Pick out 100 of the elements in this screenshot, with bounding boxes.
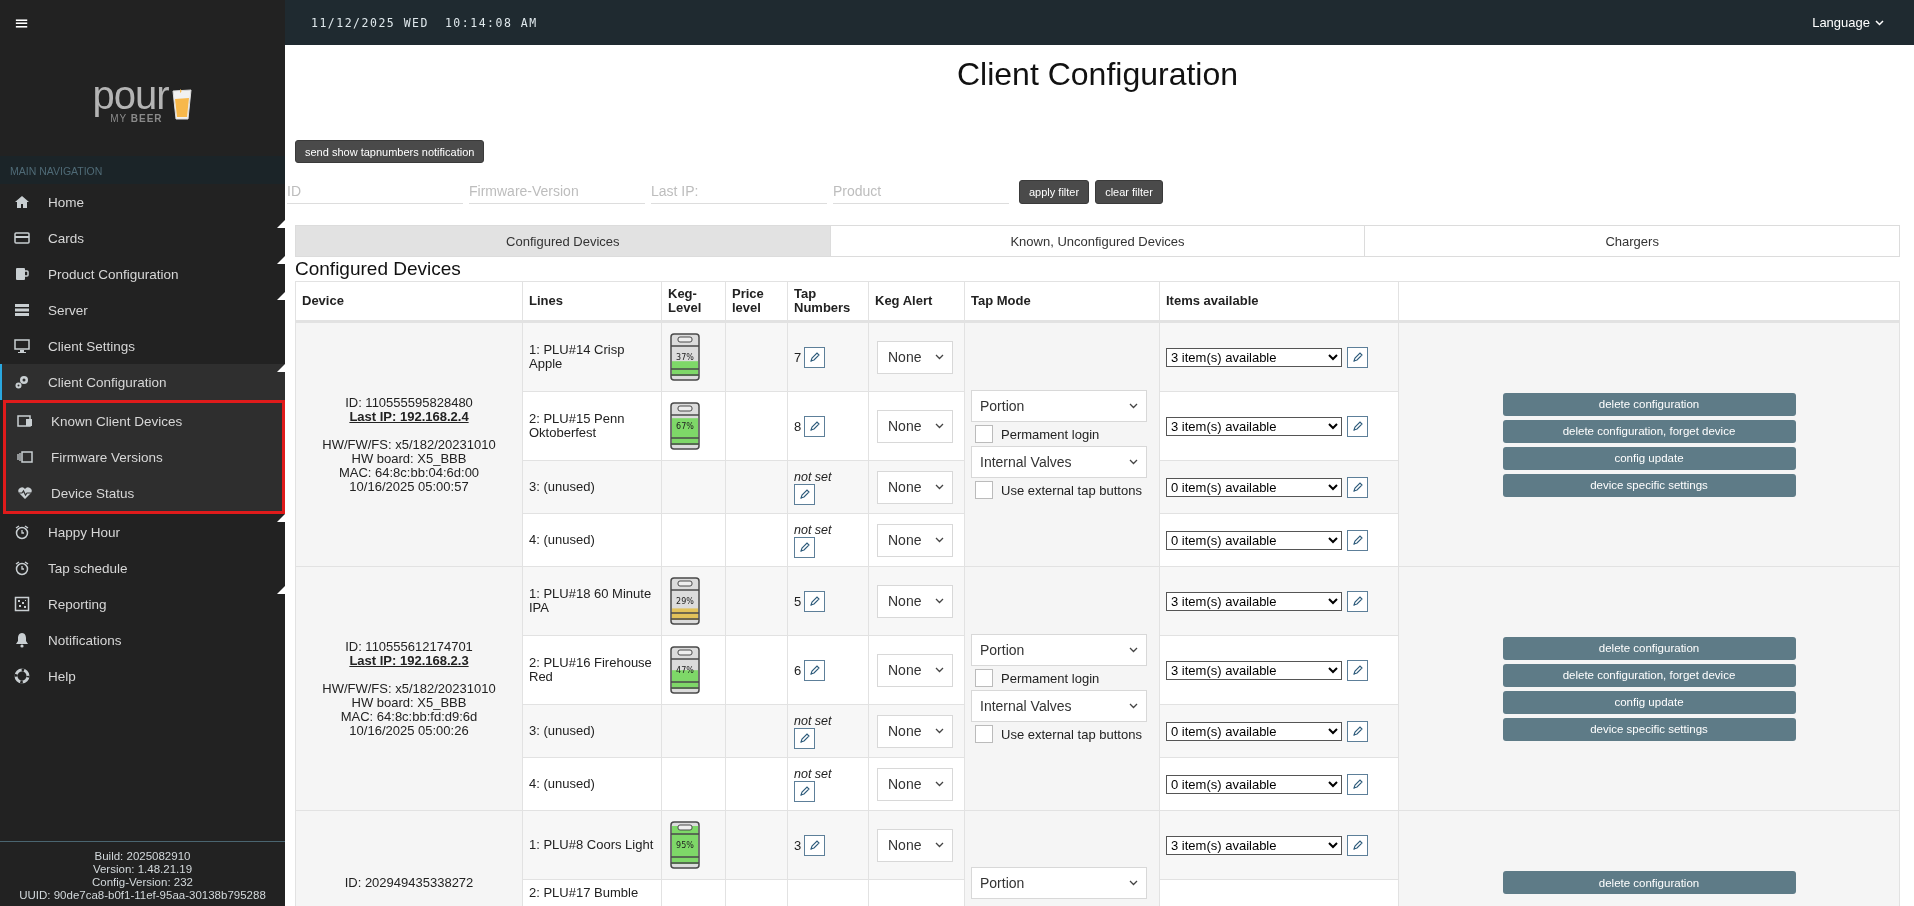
edit-button[interactable]	[1347, 590, 1368, 612]
edit-button[interactable]	[804, 659, 826, 681]
edit-button[interactable]	[1347, 834, 1368, 856]
nav-item[interactable]: Help	[0, 658, 285, 694]
device-info: 10/16/2025 05:00:26	[348, 723, 470, 738]
menu-button[interactable]: ≡	[10, 11, 34, 33]
chevron-down-icon	[1129, 703, 1138, 709]
nav-item[interactable]: Notifications	[0, 622, 285, 658]
edit-button[interactable]	[804, 346, 826, 368]
items-select[interactable]: 3 item(s) available	[1166, 660, 1342, 680]
tap-mode-select[interactable]: Portion	[971, 866, 1147, 899]
nav-item[interactable]: Known Client Devices	[6, 403, 282, 439]
action-button[interactable]: device specific settings	[1502, 717, 1796, 741]
items-select[interactable]: 3 item(s) available	[1166, 347, 1342, 367]
pencil-icon	[807, 350, 822, 364]
action-button[interactable]: config update	[1502, 690, 1796, 714]
edit-button[interactable]	[1347, 415, 1368, 437]
mug-icon	[14, 266, 30, 282]
action-button[interactable]: delete configuration, forget device	[1502, 419, 1796, 443]
device-info: MAC: 64:8c:bb:fd:d9:6d	[339, 709, 479, 724]
edit-button[interactable]	[804, 415, 826, 437]
action-button[interactable]: delete configuration, forget device	[1502, 663, 1796, 687]
chevron-down-icon	[1129, 403, 1138, 409]
language-menu[interactable]: Language	[1806, 14, 1890, 31]
nav-item[interactable]: Reporting	[0, 586, 285, 622]
edit-button[interactable]	[804, 590, 826, 612]
keg-alert-select[interactable]: None	[877, 714, 953, 748]
edit-button[interactable]	[804, 834, 826, 856]
nav-item[interactable]: Product Configuration	[0, 256, 285, 292]
nav-item[interactable]: Home	[0, 184, 285, 220]
nav-item[interactable]: Cards	[0, 220, 285, 256]
items-select[interactable]: 0 item(s) available	[1166, 530, 1342, 550]
section-heading: Configured Devices	[295, 258, 462, 280]
edit-button[interactable]	[1347, 529, 1368, 551]
action-button[interactable]: device specific settings	[1502, 473, 1796, 497]
keg-alert-select[interactable]: None	[877, 584, 953, 618]
heart-pulse-icon	[17, 485, 33, 501]
action-button[interactable]: delete configuration	[1502, 871, 1796, 894]
keg-alert-select[interactable]: None	[877, 767, 953, 801]
beer-glass-icon	[170, 88, 193, 120]
pencil-icon	[797, 487, 812, 501]
keg-alert-select[interactable]: None	[877, 409, 953, 443]
edit-button[interactable]	[794, 780, 815, 802]
line-label: 3: (unused)	[529, 479, 595, 494]
chevron-down-icon	[935, 423, 944, 429]
edit-button[interactable]	[794, 727, 815, 749]
edit-button[interactable]	[1347, 476, 1368, 498]
action-button[interactable]: delete configuration	[1502, 392, 1796, 416]
last-ip-link[interactable]: Last IP: 192.168.2.3	[302, 653, 516, 668]
checkbox[interactable]	[975, 425, 993, 443]
keg-percentage: 29%	[676, 597, 694, 606]
edit-button[interactable]	[1347, 346, 1368, 368]
device-info: HW/FW/FS: x5/182/20231010	[321, 437, 497, 452]
nav-item[interactable]: Client Settings	[0, 328, 285, 364]
keg-alert-select[interactable]: None	[877, 340, 953, 374]
items-select[interactable]: 0 item(s) available	[1166, 477, 1342, 497]
edit-button[interactable]	[1347, 659, 1368, 681]
notify-button[interactable]: send show tapnumbers notification	[295, 140, 485, 163]
keg-alert-select[interactable]: None	[877, 828, 953, 862]
device-info: HW board: X5_BBB	[350, 451, 468, 466]
tab[interactable]: Configured Devices	[296, 226, 830, 256]
nav-item[interactable]: Client Configuration	[0, 364, 285, 400]
edit-button[interactable]	[794, 483, 815, 505]
version-text: UUID: 90de7ca8-b0f1-11ef-95aa-30138b795288	[18, 889, 267, 902]
device-id: ID: 110555595828480	[344, 395, 474, 410]
edit-button[interactable]	[794, 536, 815, 558]
checkbox-label: Use external tap buttons	[1001, 482, 1142, 498]
action-button[interactable]: config update	[1502, 446, 1796, 470]
chevron-down-icon	[1129, 647, 1138, 653]
keg-percentage: 67%	[676, 422, 694, 431]
nav-item[interactable]: Happy Hour	[0, 514, 285, 550]
tap-mode-select[interactable]: Portion	[971, 634, 1147, 666]
devices-icon	[17, 413, 33, 429]
last-ip-link[interactable]: Last IP: 192.168.2.4	[302, 409, 516, 424]
keg-alert-select[interactable]: None	[877, 470, 953, 504]
filter-button[interactable]: clear filter	[1095, 179, 1163, 204]
items-select[interactable]: 3 item(s) available	[1166, 591, 1342, 611]
items-select[interactable]: 3 item(s) available	[1166, 835, 1342, 855]
checkbox[interactable]	[975, 669, 993, 687]
alarm-clock-icon	[14, 560, 30, 576]
valve-select[interactable]: Internal Valves	[971, 446, 1147, 478]
nav-item[interactable]: Tap schedule	[0, 550, 285, 586]
action-button[interactable]: delete configuration	[1502, 636, 1796, 660]
nav-item[interactable]: Device Status	[6, 475, 282, 511]
valve-select[interactable]: Internal Valves	[971, 690, 1147, 722]
nav-item[interactable]: Firmware Versions	[6, 439, 282, 475]
keg-alert-select[interactable]: None	[877, 653, 953, 687]
edit-button[interactable]	[1347, 773, 1368, 795]
chevron-down-icon	[935, 354, 944, 360]
tap-mode-select[interactable]: Portion	[971, 390, 1147, 422]
edit-button[interactable]	[1347, 720, 1368, 742]
items-select[interactable]: 0 item(s) available	[1166, 774, 1342, 794]
line-label: 1: PLU#18 60 Minute IPA	[529, 586, 652, 615]
items-select[interactable]: 3 item(s) available	[1166, 416, 1342, 436]
keg-alert-select[interactable]: None	[877, 523, 953, 557]
checkbox[interactable]	[975, 481, 993, 499]
items-select[interactable]: 0 item(s) available	[1166, 721, 1342, 741]
filter-button[interactable]: apply filter	[1019, 179, 1090, 204]
checkbox[interactable]	[975, 725, 993, 743]
nav-item[interactable]: Server	[0, 292, 285, 328]
